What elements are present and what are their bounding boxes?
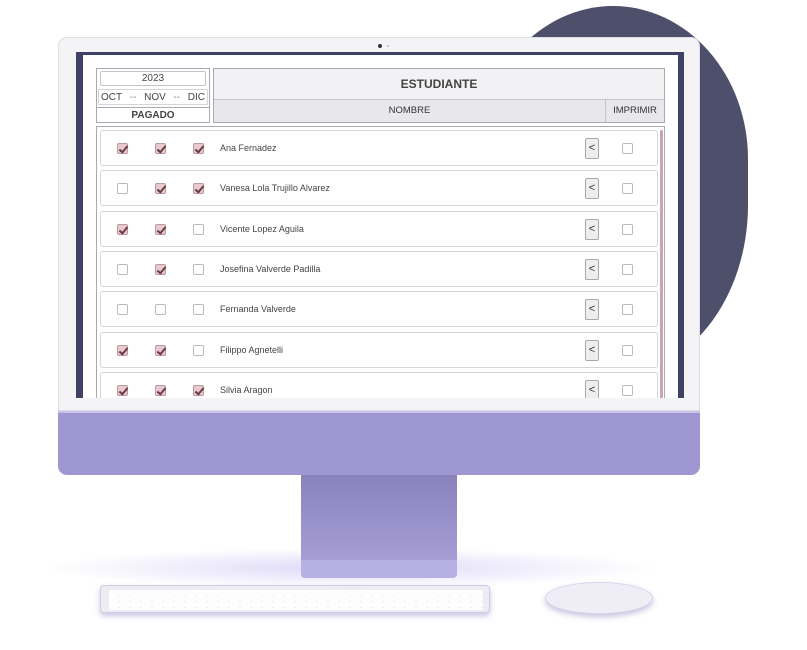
paid-checkbox-dic[interactable]: [193, 304, 204, 316]
student-title: ESTUDIANTE: [400, 77, 478, 91]
student-name: Fernanda Valverde: [220, 304, 296, 315]
mouse: [545, 582, 653, 614]
paid-checkbox-dic[interactable]: [193, 384, 204, 396]
chevron-left-icon[interactable]: <: [585, 339, 599, 361]
student-name: Ana Fernadez: [220, 143, 277, 153]
month-separator: --: [173, 91, 181, 103]
year-selector[interactable]: 2023: [100, 71, 206, 86]
month-nov: NOV: [144, 91, 166, 103]
print-checkbox[interactable]: [622, 384, 633, 396]
screen: 2023 OCT -- NOV -- DIC PAGADO ESTUDIANTE…: [76, 52, 684, 398]
print-checkbox[interactable]: [622, 143, 633, 154]
chevron-left-icon[interactable]: <: [585, 178, 599, 200]
payment-header: 2023 OCT -- NOV -- DIC PAGADO: [96, 68, 210, 123]
paid-checkbox-oct[interactable]: [117, 143, 128, 154]
paid-label: PAGADO: [97, 107, 209, 123]
table-row: Vicente Lopez Aguila <: [100, 210, 658, 247]
paid-checkbox-nov[interactable]: [155, 143, 166, 154]
keyboard-keys: [109, 590, 483, 610]
chin-divider: [58, 411, 700, 413]
chevron-left-icon[interactable]: <: [585, 138, 599, 159]
table-row: Filippo Agnetelli <: [100, 331, 658, 368]
chevron-left-icon[interactable]: <: [585, 258, 599, 280]
chevron-left-icon[interactable]: <: [585, 218, 599, 240]
paid-checkbox-nov[interactable]: [155, 344, 166, 356]
paid-checkbox-oct[interactable]: [117, 304, 128, 316]
paid-checkbox-dic[interactable]: [193, 143, 204, 154]
student-name: Vanesa Lola Trujillo Alvarez: [220, 183, 330, 194]
student-name: Silvia Aragon: [220, 384, 273, 395]
table-row: Fernanda Valverde <: [100, 291, 658, 328]
print-checkbox[interactable]: [622, 183, 633, 195]
print-checkbox[interactable]: [622, 304, 633, 316]
scrollbar[interactable]: [660, 130, 663, 398]
monitor-stand: [301, 475, 457, 566]
chevron-left-icon[interactable]: <: [585, 299, 599, 321]
table-row: Silvia Aragon <: [100, 371, 658, 398]
table-row: Josefina Valverde Padilla <: [100, 250, 658, 287]
month-dic: DIC: [187, 91, 205, 103]
paid-checkbox-oct[interactable]: [117, 183, 128, 195]
paid-checkbox-dic[interactable]: [193, 223, 204, 235]
paid-checkbox-nov[interactable]: [155, 263, 166, 275]
student-name: Filippo Agnetelli: [220, 344, 284, 355]
monitor: 2023 OCT -- NOV -- DIC PAGADO ESTUDIANTE…: [58, 37, 700, 475]
paid-checkbox-oct[interactable]: [117, 344, 128, 356]
paid-checkbox-nov[interactable]: [155, 304, 166, 316]
paid-checkbox-oct[interactable]: [117, 263, 128, 275]
name-column-header: NOMBRE: [214, 100, 606, 122]
print-checkbox[interactable]: [622, 344, 633, 356]
sensor-icon: [387, 45, 389, 47]
stand-base: [301, 560, 457, 578]
month-separator: --: [129, 91, 137, 103]
student-list[interactable]: Ana Fernadez < Vanesa Lola Trujillo Alvare…: [96, 126, 665, 398]
month-oct: OCT: [101, 91, 123, 103]
print-column-header: IMPRIMIR: [613, 105, 657, 116]
paid-checkbox-nov[interactable]: [155, 183, 166, 195]
keyboard: [100, 585, 490, 613]
month-headers: OCT -- NOV -- DIC: [98, 89, 208, 105]
app-panel: 2023 OCT -- NOV -- DIC PAGADO ESTUDIANTE…: [83, 55, 678, 398]
student-header: ESTUDIANTE NOMBRE IMPRIMIR: [213, 68, 665, 123]
paid-checkbox-oct[interactable]: [117, 223, 128, 235]
column-headers: NOMBRE IMPRIMIR: [214, 99, 664, 122]
chevron-left-icon[interactable]: <: [585, 379, 599, 398]
monitor-chin: [58, 411, 700, 475]
table-row: Ana Fernadez <: [100, 130, 658, 166]
table-row: Vanesa Lola Trujillo Alvarez <: [100, 170, 658, 207]
paid-checkbox-nov[interactable]: [155, 223, 166, 235]
paid-checkbox-dic[interactable]: [193, 263, 204, 275]
print-checkbox[interactable]: [622, 263, 633, 275]
paid-checkbox-dic[interactable]: [193, 344, 204, 356]
paid-checkbox-dic[interactable]: [193, 183, 204, 195]
paid-checkbox-nov[interactable]: [155, 384, 166, 396]
monitor-bezel: 2023 OCT -- NOV -- DIC PAGADO ESTUDIANTE…: [58, 37, 700, 411]
print-checkbox[interactable]: [622, 223, 633, 235]
paid-checkbox-oct[interactable]: [117, 384, 128, 396]
camera-icon: [378, 44, 382, 48]
student-name: Vicente Lopez Aguila: [220, 223, 304, 234]
student-name: Josefina Valverde Padilla: [220, 263, 321, 274]
